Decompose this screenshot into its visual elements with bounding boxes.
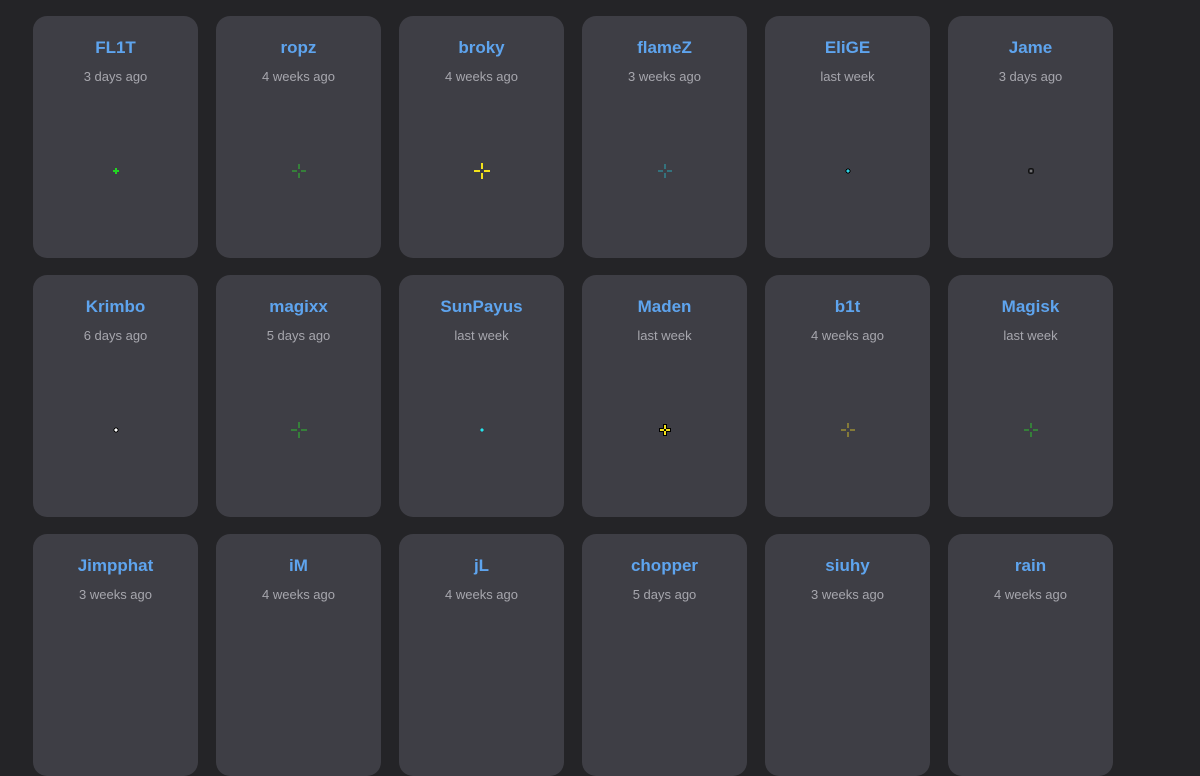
player-card-fl1t[interactable]: FL1T 3 days ago <box>33 16 198 258</box>
updated-time: 3 weeks ago <box>79 587 152 602</box>
crosshair-preview <box>279 410 319 450</box>
updated-time: 4 weeks ago <box>994 587 1067 602</box>
updated-time: 4 weeks ago <box>445 69 518 84</box>
crosshair-preview <box>645 151 685 191</box>
updated-time: last week <box>1003 328 1058 343</box>
player-name: broky <box>458 38 505 57</box>
player-card-b1t[interactable]: b1t 4 weeks ago <box>765 275 930 517</box>
player-name: Jimpphat <box>77 556 154 575</box>
player-card-jl[interactable]: jL 4 weeks ago <box>399 534 564 776</box>
player-name: iM <box>289 556 308 575</box>
player-name: FL1T <box>95 38 136 57</box>
player-name: jL <box>473 556 490 575</box>
player-card-chopper[interactable]: chopper 5 days ago <box>582 534 747 776</box>
player-card-siuhy[interactable]: siuhy 3 weeks ago <box>765 534 930 776</box>
player-card-elige[interactable]: EliGE last week <box>765 16 930 258</box>
crosshair-grid: FL1T 3 days ago ropz 4 weeks ago broky 4… <box>33 16 1113 776</box>
player-name: siuhy <box>825 556 870 575</box>
player-name: ropz <box>280 38 317 57</box>
updated-time: 4 weeks ago <box>445 587 518 602</box>
updated-time: 3 weeks ago <box>628 69 701 84</box>
player-card-jimpphat[interactable]: Jimpphat 3 weeks ago <box>33 534 198 776</box>
player-name: rain <box>1014 556 1047 575</box>
crosshair-preview <box>462 151 502 191</box>
updated-time: 5 days ago <box>266 328 331 343</box>
player-card-broky[interactable]: broky 4 weeks ago <box>399 16 564 258</box>
crosshair-preview <box>96 151 136 191</box>
player-name: magixx <box>269 297 328 316</box>
updated-time: 3 weeks ago <box>811 587 884 602</box>
updated-time: 4 weeks ago <box>811 328 884 343</box>
updated-time: 5 days ago <box>632 587 697 602</box>
player-name: Krimbo <box>85 297 146 316</box>
updated-time: last week <box>637 328 692 343</box>
player-card-magisk[interactable]: Magisk last week <box>948 275 1113 517</box>
player-name: chopper <box>630 556 699 575</box>
player-card-sunpayus[interactable]: SunPayus last week <box>399 275 564 517</box>
crosshair-preview <box>279 151 319 191</box>
player-name: SunPayus <box>440 297 523 316</box>
crosshair-preview <box>645 410 685 450</box>
player-card-maden[interactable]: Maden last week <box>582 275 747 517</box>
player-name: EliGE <box>824 38 871 57</box>
updated-time: last week <box>820 69 875 84</box>
player-card-ropz[interactable]: ropz 4 weeks ago <box>216 16 381 258</box>
updated-time: 3 days ago <box>998 69 1063 84</box>
crosshair-preview <box>828 151 868 191</box>
player-name: Jame <box>1008 38 1053 57</box>
player-card-jame[interactable]: Jame 3 days ago <box>948 16 1113 258</box>
updated-time: 4 weeks ago <box>262 69 335 84</box>
updated-time: 3 days ago <box>83 69 148 84</box>
player-card-flamez[interactable]: flameZ 3 weeks ago <box>582 16 747 258</box>
crosshair-preview <box>462 410 502 450</box>
player-card-krimbo[interactable]: Krimbo 6 days ago <box>33 275 198 517</box>
updated-time: 6 days ago <box>83 328 148 343</box>
player-name: Magisk <box>1001 297 1060 316</box>
player-name: b1t <box>834 297 861 316</box>
player-card-rain[interactable]: rain 4 weeks ago <box>948 534 1113 776</box>
player-name: Maden <box>637 297 692 316</box>
player-name: flameZ <box>637 38 692 57</box>
crosshair-preview <box>96 410 136 450</box>
crosshair-preview <box>1011 410 1051 450</box>
crosshair-preview <box>828 410 868 450</box>
updated-time: 4 weeks ago <box>262 587 335 602</box>
crosshair-preview <box>1011 151 1051 191</box>
player-card-im[interactable]: iM 4 weeks ago <box>216 534 381 776</box>
updated-time: last week <box>454 328 509 343</box>
player-card-magixx[interactable]: magixx 5 days ago <box>216 275 381 517</box>
